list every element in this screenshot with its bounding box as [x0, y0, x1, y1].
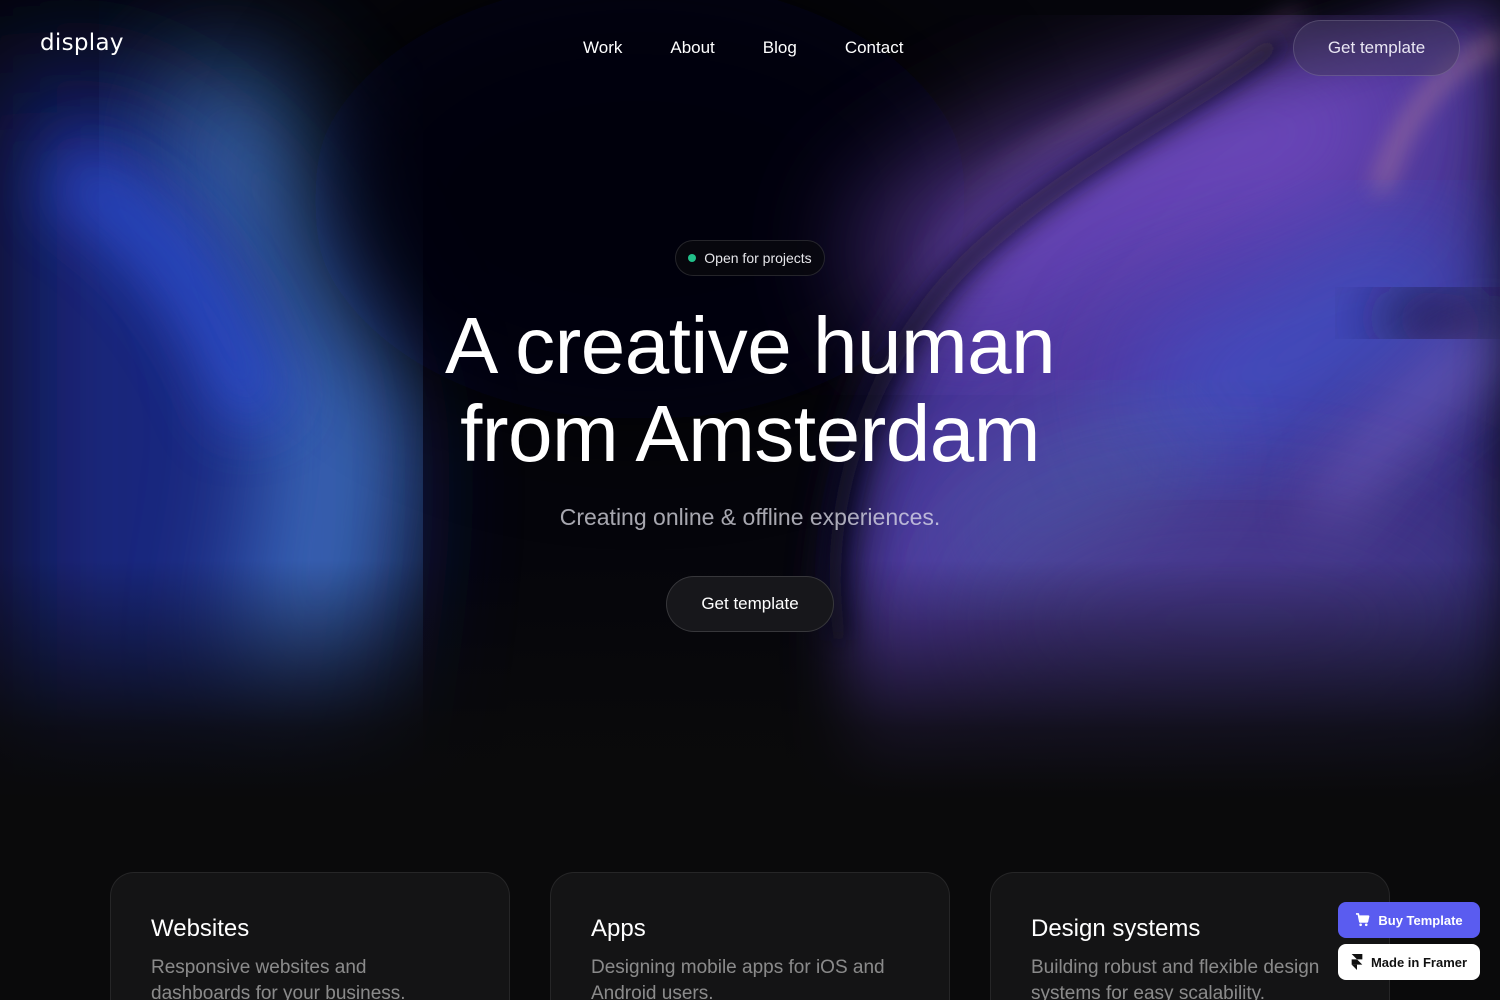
- service-card-title: Apps: [591, 915, 646, 942]
- hero-get-template-button[interactable]: Get template: [666, 576, 834, 632]
- service-card-title: Design systems: [1031, 915, 1201, 942]
- site-logo[interactable]: display: [40, 30, 124, 56]
- service-card-description: Building robust and flexible design syst…: [1031, 957, 1320, 1000]
- nav-links: Work About Blog Contact: [583, 38, 903, 58]
- hero-subheadline: Creating online & offline experiences.: [559, 504, 941, 530]
- made-in-framer-button[interactable]: Made in Framer: [1338, 944, 1480, 980]
- hero-headline-line-2: from Amsterdam: [460, 389, 1040, 478]
- status-dot-icon: [688, 254, 697, 262]
- service-card-title: Websites: [151, 915, 250, 942]
- framer-logo-icon: [1351, 954, 1363, 970]
- buy-template-button[interactable]: Buy Template: [1338, 902, 1480, 938]
- service-card-description: Responsive websites and dashboards for y…: [151, 957, 406, 1000]
- nav-link-contact[interactable]: Contact: [845, 38, 904, 58]
- nav-link-work[interactable]: Work: [583, 38, 622, 58]
- status-badge-text: Open for projects: [704, 250, 812, 266]
- hero-headline: A creative human from Amsterdam: [0, 302, 1500, 478]
- made-in-framer-label: Made in Framer: [1370, 954, 1468, 970]
- service-card-websites[interactable]: Websites Responsive websites and dashboa…: [110, 872, 510, 1000]
- hero-headline-line-1: A creative human: [444, 301, 1056, 390]
- service-card-design-systems[interactable]: Design systems Building robust and flexi…: [990, 872, 1390, 1000]
- nav-link-blog[interactable]: Blog: [763, 38, 797, 58]
- service-card-description: Designing mobile apps for iOS and Androi…: [591, 957, 885, 1000]
- hero-section: Open for projects A creative human from …: [0, 0, 1500, 800]
- service-card-apps[interactable]: Apps Designing mobile apps for iOS and A…: [550, 872, 950, 1000]
- nav-get-template-button[interactable]: Get template: [1293, 20, 1460, 76]
- nav-link-about[interactable]: About: [670, 38, 714, 58]
- cart-icon: [1356, 913, 1370, 927]
- top-navigation: display Work About Blog Contact Get temp…: [0, 0, 1500, 100]
- buy-template-label: Buy Template: [1378, 912, 1463, 928]
- status-badge: Open for projects: [675, 240, 825, 276]
